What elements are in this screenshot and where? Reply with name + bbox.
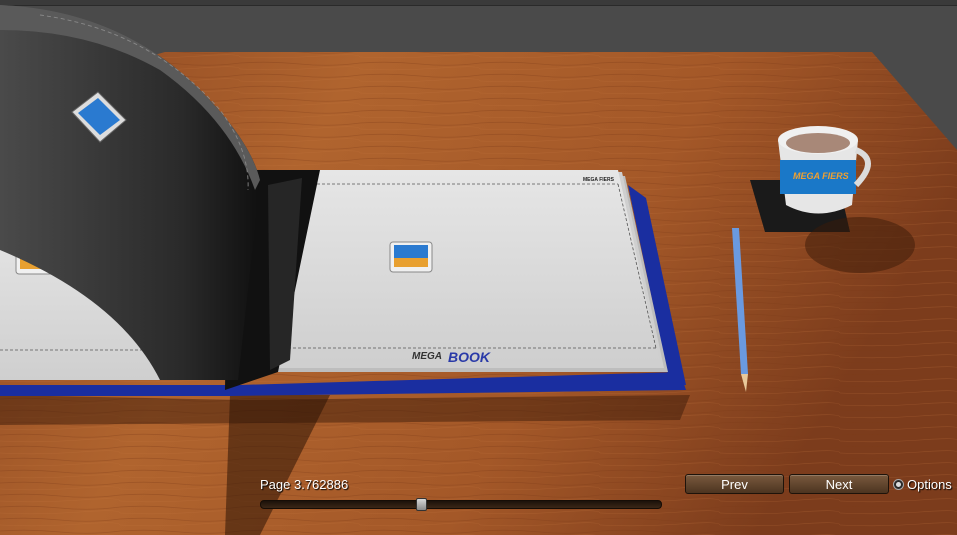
options-label: Options bbox=[907, 476, 952, 492]
page-slider-thumb[interactable] bbox=[416, 498, 427, 511]
options-toggle[interactable]: Options bbox=[893, 476, 952, 492]
page-corner-tag: MEGA FIERS bbox=[583, 177, 614, 183]
book-scene bbox=[0, 5, 957, 535]
mug-decal: MEGA FIERS bbox=[793, 171, 849, 181]
radio-dot bbox=[896, 481, 901, 487]
prev-button[interactable]: Prev bbox=[685, 474, 784, 494]
book-shadow bbox=[0, 395, 690, 425]
book-logo-book: BOOK bbox=[448, 349, 490, 365]
page-label: Page 3.762886 bbox=[260, 477, 349, 492]
next-button[interactable]: Next bbox=[789, 474, 889, 494]
book-logo-mega: MEGA bbox=[412, 351, 442, 362]
picture-icon bbox=[389, 241, 433, 273]
page-slider[interactable] bbox=[260, 498, 662, 511]
mug-shadow bbox=[805, 217, 915, 273]
options-radio[interactable] bbox=[893, 478, 904, 490]
right-page bbox=[276, 170, 668, 372]
